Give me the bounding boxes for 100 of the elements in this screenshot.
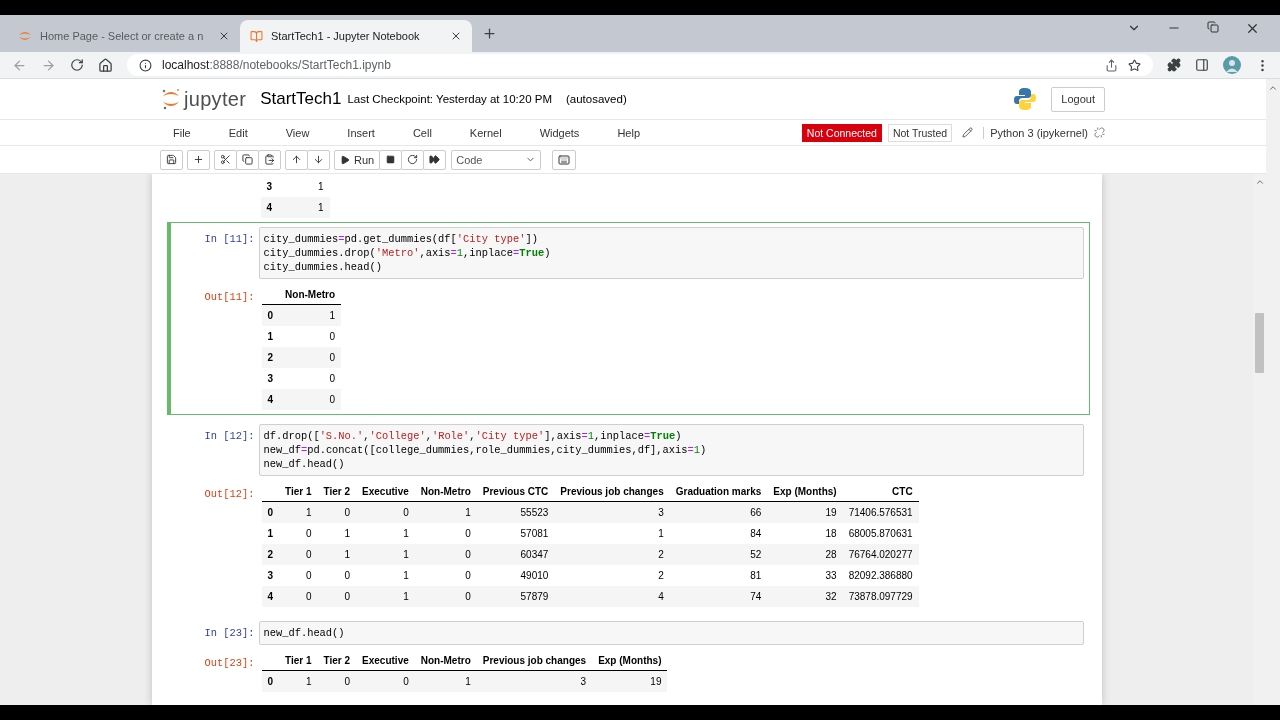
browser-tab[interactable]: StartTech1 - Jupyter Notebook	[240, 20, 472, 52]
code-editor[interactable]: df.drop(['S.No.','College','Role','City type'],axis=1,inplace=True) new_df=pd.concat([college_dummies,role_dummies,city_dummies,df],axis=1) new_df.head()	[258, 424, 1084, 476]
code-editor[interactable]: city_dummies=pd.get_dummies(df['City type']) city_dummies.drop('Metro',axis=1,inplace=True) city_dummies.head()	[258, 227, 1084, 279]
row-index: 2	[261, 544, 280, 565]
code-editor[interactable]: new_df.head()	[258, 621, 1084, 645]
reload-icon[interactable]	[70, 58, 84, 72]
code-line: new_df.head()	[263, 626, 346, 640]
column-header: Previous job changes	[554, 482, 670, 502]
new-tab-icon[interactable]	[482, 26, 497, 41]
table-cell: 0	[414, 586, 477, 607]
column-header: Non-Metro	[414, 482, 477, 502]
output-prompt: Out[12]:	[203, 487, 256, 500]
copy-icon	[242, 154, 253, 165]
extensions-icon[interactable]	[1167, 58, 1181, 72]
toolbar-button[interactable]	[214, 149, 237, 170]
menu-item[interactable]: Edit	[216, 126, 260, 139]
notebook-cell[interactable]: In [23]: new_df.head() Out[23]: Tier 1 Tier 2 Executive Non-Metro Previous job changes Exp (Months) 0 1 0 0 1 3 19	[166, 616, 1090, 697]
toolbar-button[interactable]	[401, 149, 425, 170]
avatar-icon[interactable]	[1223, 56, 1241, 74]
toolbar-button[interactable]	[379, 149, 403, 170]
column-header: Graduation marks	[669, 482, 768, 502]
table-cell: 1	[279, 501, 318, 523]
table-cell: 32	[767, 586, 843, 607]
up-arrow-icon	[291, 154, 302, 165]
row-index: 3	[261, 565, 280, 586]
checkpoint-text: Last Checkpoint: Yesterday at 10:20 PM	[347, 93, 552, 105]
row-index: 0	[261, 670, 280, 692]
row-index: 1	[261, 326, 280, 347]
row-index: 4	[260, 197, 279, 218]
page-scroll-bar[interactable]	[1266, 79, 1280, 705]
notebook-cell[interactable]: In [11]: city_dummies=pd.get_dummies(df['City type']) city_dummies.drop('Metro',axis=1,inplace=True) city_dummies.head() Out[11]: Non-Metro 0 1 1 0 2 0 3 0 4 0	[166, 222, 1090, 415]
table-cell: 4	[554, 586, 670, 607]
table-cell: 0	[414, 523, 477, 544]
paste-icon	[264, 154, 275, 165]
table-cell: 84	[669, 523, 768, 544]
share-icon[interactable]	[1105, 58, 1118, 72]
home-icon[interactable]	[98, 57, 113, 73]
run-button[interactable]: Run	[334, 149, 381, 170]
menu-item[interactable]: View	[273, 126, 322, 139]
menu-item[interactable]: Insert	[335, 126, 387, 139]
trust-status[interactable]: Not Trusted	[887, 123, 953, 142]
connection-status: Not Connected	[801, 123, 882, 142]
output-prompt: Out[11]:	[203, 290, 256, 303]
menu-item[interactable]: Help	[605, 126, 652, 139]
restore-icon[interactable]	[1207, 21, 1219, 33]
column-header: Exp (Months)	[592, 651, 668, 671]
star-icon[interactable]	[1128, 58, 1141, 72]
column-header: Previous job changes	[476, 651, 593, 671]
cell-type-select[interactable]: Code	[451, 149, 542, 170]
close-icon[interactable]	[1245, 21, 1260, 36]
notebook-name[interactable]: StartTech1	[260, 89, 342, 109]
table-cell: 2	[554, 544, 670, 565]
table-cell: 0	[279, 544, 318, 565]
table-cell: 81	[669, 565, 768, 586]
save-icon	[166, 154, 177, 165]
table-cell: 0	[279, 368, 342, 389]
table-cell: 0	[356, 670, 415, 692]
address-field[interactable]: localhost:8888/notebooks/StartTech1.ipynb	[127, 54, 1153, 76]
row-index: 4	[261, 586, 280, 607]
toolbar-button[interactable]	[160, 149, 183, 170]
row-index: 2	[261, 347, 280, 368]
table-cell: 28	[767, 544, 843, 565]
browser-tab[interactable]: Home Page - Select or create a n	[8, 20, 240, 52]
column-header: Tier 2	[317, 651, 357, 671]
table-cell: 1	[356, 586, 415, 607]
python-logo-icon	[1013, 87, 1038, 111]
pencil-icon[interactable]	[962, 127, 974, 138]
menu-item[interactable]: File	[161, 126, 203, 139]
info-icon[interactable]	[139, 58, 152, 72]
toolbar-button[interactable]	[187, 149, 210, 170]
column-header: Tier 1	[279, 651, 318, 671]
table-cell: 0	[317, 586, 357, 607]
notebook-favicon-icon	[250, 29, 263, 43]
table-cell: 74	[669, 586, 768, 607]
close-icon[interactable]	[450, 30, 462, 42]
table-cell: 60347	[476, 544, 555, 565]
table-cell: 0	[414, 544, 477, 565]
table-cell: 0	[279, 389, 342, 410]
table-cell: 1	[278, 197, 330, 218]
stop-icon	[386, 155, 396, 164]
table-cell: 19	[592, 670, 668, 692]
logout-button[interactable]: Logout	[1051, 86, 1105, 112]
close-icon[interactable]	[218, 30, 230, 42]
plus-icon	[193, 154, 204, 165]
url-text: localhost:8888/notebooks/StartTech1.ipynb	[162, 58, 391, 72]
toolbar-button[interactable]	[423, 149, 447, 170]
table-cell: 0	[279, 523, 318, 544]
menu-item[interactable]: Kernel	[457, 126, 514, 139]
table-cell: 1	[317, 523, 357, 544]
table-cell: 49010	[476, 565, 555, 586]
table-cell: 0	[279, 347, 342, 368]
table-cell: 2	[554, 565, 670, 586]
keyboard-icon	[558, 153, 571, 166]
table-cell: 33	[767, 565, 843, 586]
menu-item[interactable]: Cell	[400, 126, 444, 139]
jupyter-favicon-icon	[18, 29, 32, 43]
menu-item[interactable]: Widgets	[527, 126, 592, 139]
side-panel-icon[interactable]	[1195, 58, 1209, 72]
table-cell: 19	[767, 501, 843, 523]
autosave-status: (autosaved)	[566, 93, 627, 105]
